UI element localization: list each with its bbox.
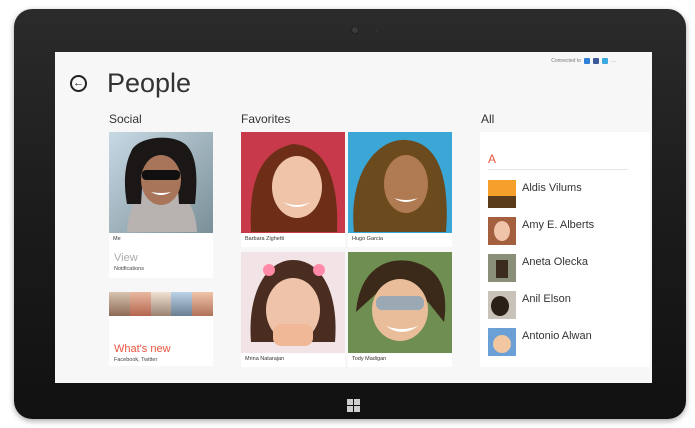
section-all: All <box>481 112 495 126</box>
avatar <box>488 291 516 319</box>
windows-logo-icon[interactable] <box>347 399 361 413</box>
divider <box>488 169 628 170</box>
favorite-tile[interactable]: Barbara Zighetti <box>241 132 345 247</box>
favorite-name: Hugo Garcia <box>352 236 383 242</box>
whats-new-photo-strip <box>109 292 213 316</box>
connected-label: Connected to <box>551 58 581 64</box>
favorite-photo <box>348 252 452 353</box>
contact-item[interactable]: Amy E. Alberts <box>488 217 594 245</box>
contact-name: Aldis Vilums <box>522 182 582 194</box>
letter-group-header[interactable]: A <box>488 152 496 166</box>
favorite-photo <box>241 252 345 353</box>
favorite-tile[interactable]: Mrina Natarajan <box>241 252 345 367</box>
contact-name: Anil Elson <box>522 293 571 305</box>
favorite-tile[interactable]: Tody Madigan <box>348 252 452 367</box>
favorite-name: Mrina Natarajan <box>245 356 285 362</box>
avatar <box>488 180 516 208</box>
back-button[interactable]: ← <box>70 75 87 92</box>
camera <box>352 27 358 33</box>
me-caption: Me <box>113 236 121 242</box>
facebook-icon[interactable] <box>593 58 599 64</box>
me-tile[interactable]: Me View Notifications <box>109 132 213 278</box>
whats-new-subtitle: Facebook, Twitter <box>114 357 158 363</box>
more-icon[interactable]: … <box>611 58 616 64</box>
screen: Connected to … ← People Social Favorites… <box>55 52 652 383</box>
favorite-photo <box>348 132 452 233</box>
favorite-tile[interactable]: Hugo Garcia <box>348 132 452 247</box>
contact-item[interactable]: Antonio Alwan <box>488 328 592 356</box>
contact-item[interactable]: Aldis Vilums <box>488 180 582 208</box>
avatar <box>488 254 516 282</box>
outlook-icon[interactable] <box>584 58 590 64</box>
contact-name: Amy E. Alberts <box>522 219 595 231</box>
contact-name: Antonio Alwan <box>522 330 592 342</box>
section-social: Social <box>109 112 142 126</box>
view-subtitle: Notifications <box>114 266 144 272</box>
favorite-name: Tody Madigan <box>352 356 387 362</box>
sensor <box>376 30 378 32</box>
twitter-icon[interactable] <box>602 58 608 64</box>
me-photo <box>109 132 213 233</box>
contact-name: Aneta Olecka <box>522 256 589 268</box>
section-favorites: Favorites <box>241 112 291 126</box>
view-label[interactable]: View <box>114 252 138 264</box>
whats-new-tile[interactable]: What's new Facebook, Twitter <box>109 292 213 366</box>
back-arrow-icon: ← <box>73 77 84 89</box>
avatar <box>488 328 516 356</box>
favorite-name: Barbara Zighetti <box>245 236 285 242</box>
all-contacts-list: A Aldis Vilums Amy E. Alberts Aneta Olec… <box>480 132 650 367</box>
contact-item[interactable]: Aneta Olecka <box>488 254 588 282</box>
favorite-photo <box>241 132 345 233</box>
whats-new-label[interactable]: What's new <box>114 343 171 355</box>
contact-item[interactable]: Anil Elson <box>488 291 571 319</box>
page-title: People <box>107 68 192 98</box>
avatar <box>488 217 516 245</box>
connected-services: Connected to … <box>551 58 616 64</box>
